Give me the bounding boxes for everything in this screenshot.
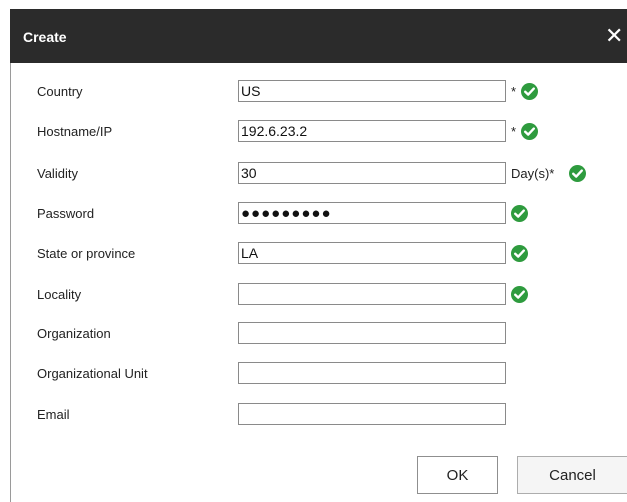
hostname-label: Hostname/IP [37, 124, 113, 139]
organizational-unit-input[interactable] [238, 362, 506, 384]
locality-label: Locality [37, 287, 82, 302]
dialog-title: Create [23, 29, 67, 45]
country-input[interactable] [238, 80, 506, 102]
locality-input[interactable] [238, 283, 506, 305]
form-row-hostname: Hostname/IP * [11, 120, 627, 144]
form-row-country: Country * [11, 80, 627, 104]
dialog-titlebar: Create ✕ [10, 9, 627, 63]
check-circle-icon [521, 123, 538, 140]
validity-input[interactable] [238, 162, 506, 184]
check-circle-icon [511, 286, 528, 303]
form-row-password: Password [11, 202, 627, 226]
organizational-unit-label: Organizational Unit [37, 366, 148, 381]
form-row-locality: Locality [11, 283, 627, 307]
ok-button[interactable]: OK [417, 456, 498, 494]
password-input[interactable] [238, 202, 506, 224]
required-marker: * [511, 84, 517, 99]
check-circle-icon [569, 165, 586, 182]
form-row-organizational-unit: Organizational Unit [11, 362, 627, 386]
email-label: Email [37, 407, 70, 422]
state-label: State or province [37, 246, 136, 261]
state-input[interactable] [238, 242, 506, 264]
password-label: Password [37, 206, 95, 221]
required-marker: * [511, 124, 517, 139]
form-row-email: Email [11, 403, 627, 427]
check-circle-icon [511, 205, 528, 222]
check-circle-icon [521, 83, 538, 100]
hostname-input[interactable] [238, 120, 506, 142]
email-input[interactable] [238, 403, 506, 425]
country-label: Country [37, 84, 83, 99]
check-circle-icon [511, 245, 528, 262]
close-icon[interactable]: ✕ [605, 23, 627, 49]
validity-label: Validity [37, 166, 78, 181]
cancel-button[interactable]: Cancel [517, 456, 627, 494]
create-dialog: Create ✕ Country * Hostname/IP * Validit… [0, 0, 627, 502]
form-row-organization: Organization [11, 322, 627, 346]
validity-unit-label: Day(s)* [511, 166, 555, 181]
form-row-validity: Validity Day(s)* [11, 162, 627, 186]
organization-label: Organization [37, 326, 111, 341]
organization-input[interactable] [238, 322, 506, 344]
form-row-state: State or province [11, 242, 627, 266]
dialog-body: Country * Hostname/IP * Validity Day(s)* [10, 63, 627, 502]
